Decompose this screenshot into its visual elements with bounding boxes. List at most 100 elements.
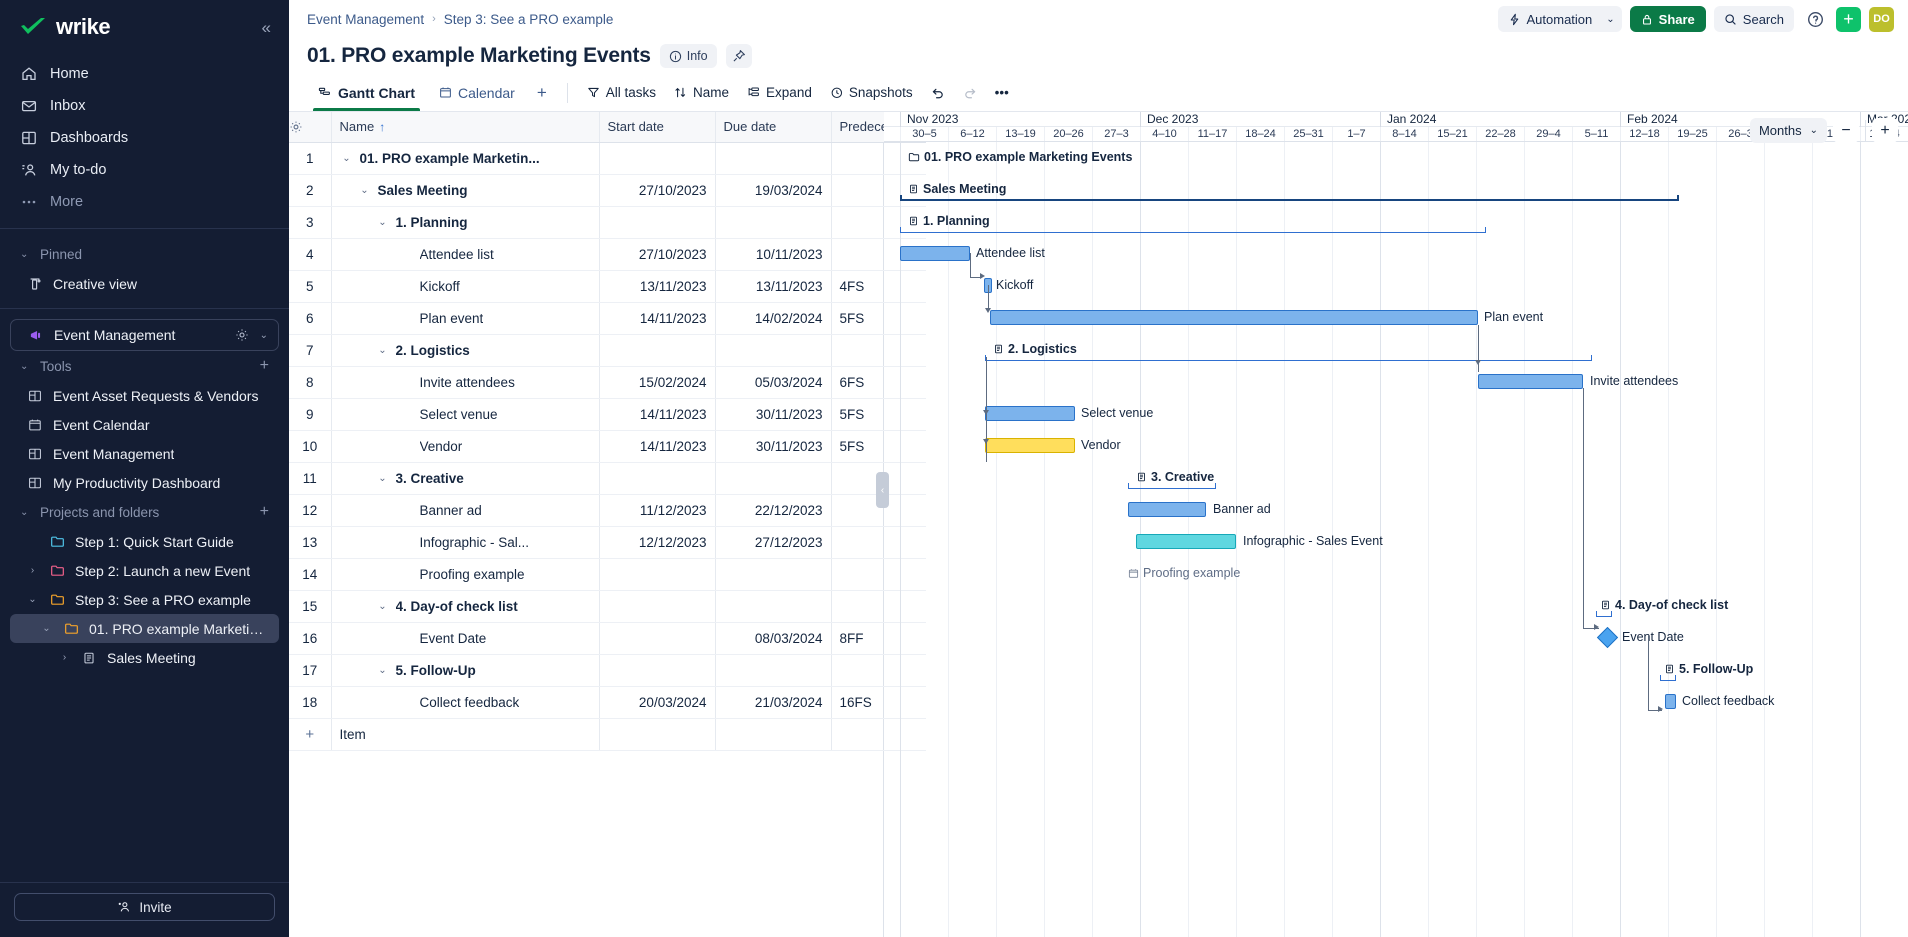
add-item-label[interactable]: Item	[331, 718, 599, 750]
start-date-cell[interactable]	[599, 590, 715, 622]
gantt-task-bar[interactable]	[990, 310, 1478, 325]
gantt-task-bar[interactable]	[1136, 534, 1236, 549]
table-row[interactable]: 16Event Date08/03/20248FF	[289, 622, 926, 654]
breadcrumb-item-folder[interactable]: Step 3: See a PRO example	[444, 12, 614, 27]
start-date-cell[interactable]	[599, 462, 715, 494]
sort-by-name-button[interactable]: Name	[666, 80, 737, 106]
table-row[interactable]: 5Kickoff13/11/202313/11/20234FS	[289, 270, 926, 302]
sidebar-section-projects-and-folders[interactable]: ⌄ Projects and folders +	[10, 497, 279, 527]
tab-calendar[interactable]: Calendar	[428, 74, 526, 111]
tab-gantt-chart[interactable]: Gantt Chart	[307, 74, 426, 111]
sidebar-section-tools[interactable]: ⌄ Tools +	[10, 351, 279, 381]
start-date-cell[interactable]	[599, 334, 715, 366]
sidebar-item-event-calendar[interactable]: Event Calendar	[10, 410, 279, 439]
task-name-cell[interactable]: ⌄Sales Meeting	[331, 174, 599, 206]
due-date-cell[interactable]: 10/11/2023	[715, 238, 831, 270]
sidebar-item-step-1[interactable]: Step 1: Quick Start Guide	[10, 527, 279, 556]
filter-all-tasks-button[interactable]: All tasks	[579, 80, 664, 106]
automation-dropdown-button[interactable]: ⌄	[1599, 6, 1621, 32]
table-row[interactable]: 7⌄2. Logistics	[289, 334, 926, 366]
gear-icon[interactable]	[233, 326, 251, 344]
add-tool-icon[interactable]: +	[260, 357, 269, 375]
start-date-cell[interactable]: 12/12/2023	[599, 526, 715, 558]
due-date-cell[interactable]	[715, 558, 831, 590]
add-view-button[interactable]: +	[528, 83, 556, 103]
due-date-cell[interactable]: 22/12/2023	[715, 494, 831, 526]
table-row[interactable]: 13Infographic - Sal...12/12/202327/12/20…	[289, 526, 926, 558]
share-button[interactable]: Share	[1630, 6, 1706, 32]
table-row[interactable]: 15⌄4. Day-of check list	[289, 590, 926, 622]
column-header-due-date[interactable]: Due date	[715, 112, 831, 142]
add-project-icon[interactable]: +	[260, 503, 269, 521]
sidebar-item-sales-meeting[interactable]: › Sales Meeting	[10, 643, 279, 672]
twisty-icon[interactable]: ⌄	[376, 601, 390, 612]
gantt-zoom-out-button[interactable]: −	[1833, 118, 1859, 143]
sidebar-item-creative-view[interactable]: Creative view	[10, 269, 279, 298]
table-row[interactable]: 3⌄1. Planning	[289, 206, 926, 238]
task-name-cell[interactable]: Proofing example	[331, 558, 599, 590]
sidebar-item-pro-example-project[interactable]: ⌄ 01. PRO example Marketing ...	[10, 614, 279, 643]
task-name-cell[interactable]: ⌄01. PRO example Marketin...	[331, 142, 599, 174]
start-date-cell[interactable]	[599, 206, 715, 238]
info-button[interactable]: Info	[660, 44, 717, 68]
automation-button[interactable]: Automation	[1498, 6, 1600, 32]
due-date-cell[interactable]	[715, 590, 831, 622]
chevron-down-icon[interactable]: ⌄	[260, 330, 268, 341]
due-date-cell[interactable]	[715, 334, 831, 366]
gantt-task-bar[interactable]	[1478, 374, 1583, 389]
task-name-cell[interactable]: Infographic - Sal...	[331, 526, 599, 558]
table-row[interactable]: 17⌄5. Follow-Up	[289, 654, 926, 686]
task-name-cell[interactable]: Select venue	[331, 398, 599, 430]
table-row[interactable]: 9Select venue14/11/202330/11/20235FS	[289, 398, 926, 430]
twisty-icon[interactable]: ⌄	[376, 665, 390, 676]
twisty-icon[interactable]: ⌄	[376, 473, 390, 484]
start-date-cell[interactable]: 20/03/2024	[599, 686, 715, 718]
task-name-cell[interactable]: Event Date	[331, 622, 599, 654]
due-date-cell[interactable]: 13/11/2023	[715, 270, 831, 302]
task-name-cell[interactable]: Collect feedback	[331, 686, 599, 718]
sidebar-item-more[interactable]: More	[10, 186, 279, 218]
table-row[interactable]: 14Proofing example	[289, 558, 926, 590]
gantt-summary-bar[interactable]	[900, 195, 1679, 201]
snapshots-button[interactable]: Snapshots	[822, 80, 921, 106]
column-settings-header[interactable]	[289, 112, 331, 142]
gantt-task-bar[interactable]	[985, 406, 1075, 421]
task-name-cell[interactable]: ⌄2. Logistics	[331, 334, 599, 366]
gantt-task-bar[interactable]	[900, 246, 970, 261]
sidebar-item-home[interactable]: Home	[10, 58, 279, 90]
due-date-cell[interactable]: 30/11/2023	[715, 398, 831, 430]
sidebar-item-my-todo[interactable]: My to-do	[10, 154, 279, 186]
task-name-cell[interactable]: Attendee list	[331, 238, 599, 270]
sidebar-item-event-management-tool[interactable]: Event Management	[10, 439, 279, 468]
start-date-cell[interactable]	[599, 558, 715, 590]
sidebar-space-event-management[interactable]: Event Management ⌄	[10, 319, 279, 351]
table-row[interactable]: 12Banner ad11/12/202322/12/2023	[289, 494, 926, 526]
sidebar-item-my-productivity-dashboard[interactable]: My Productivity Dashboard	[10, 468, 279, 497]
task-name-cell[interactable]: ⌄5. Follow-Up	[331, 654, 599, 686]
due-date-cell[interactable]	[715, 206, 831, 238]
due-date-cell[interactable]: 30/11/2023	[715, 430, 831, 462]
task-name-cell[interactable]: Banner ad	[331, 494, 599, 526]
task-name-cell[interactable]: Vendor	[331, 430, 599, 462]
sidebar-item-step-3[interactable]: ⌄ Step 3: See a PRO example	[10, 585, 279, 614]
due-date-cell[interactable]: 19/03/2024	[715, 174, 831, 206]
start-date-cell[interactable]: 27/10/2023	[599, 238, 715, 270]
due-date-cell[interactable]	[715, 654, 831, 686]
table-row[interactable]: 11⌄3. Creative	[289, 462, 926, 494]
sidebar-item-event-asset-requests[interactable]: Event Asset Requests & Vendors	[10, 381, 279, 410]
expand-button[interactable]: Expand	[739, 80, 820, 106]
table-row[interactable]: 2⌄Sales Meeting27/10/202319/03/2024	[289, 174, 926, 206]
due-date-cell[interactable]: 08/03/2024	[715, 622, 831, 654]
undo-button[interactable]	[923, 80, 953, 106]
sidebar-item-step-2[interactable]: › Step 2: Launch a new Event	[10, 556, 279, 585]
due-date-cell[interactable]: 21/03/2024	[715, 686, 831, 718]
gantt-task-bar[interactable]	[1665, 694, 1676, 709]
task-name-cell[interactable]: ⌄4. Day-of check list	[331, 590, 599, 622]
invite-button[interactable]: Invite	[14, 893, 275, 921]
gantt-zoom-in-button[interactable]: +	[1872, 118, 1898, 143]
sidebar-item-inbox[interactable]: Inbox	[10, 90, 279, 122]
task-name-cell[interactable]: Plan event	[331, 302, 599, 334]
start-date-cell[interactable]	[599, 654, 715, 686]
search-button[interactable]: Search	[1714, 6, 1794, 32]
due-date-cell[interactable]: 27/12/2023	[715, 526, 831, 558]
